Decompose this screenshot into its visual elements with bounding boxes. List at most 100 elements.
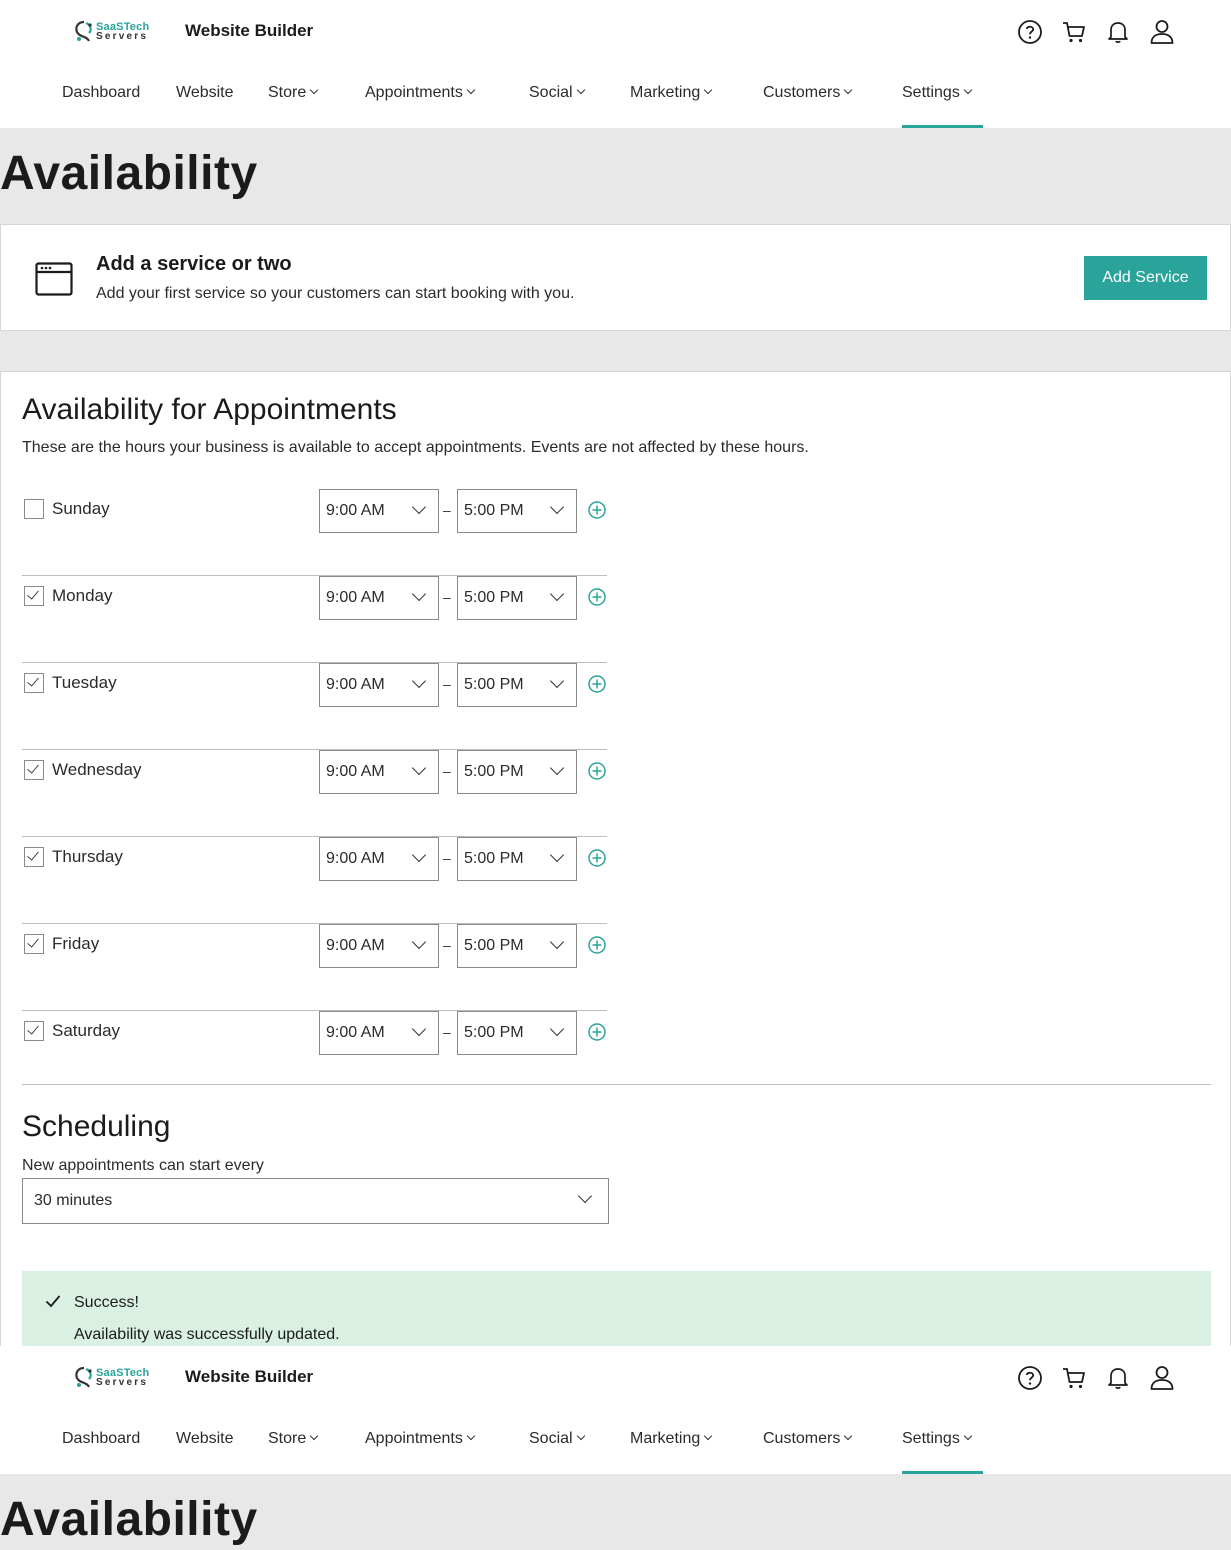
end-time-select[interactable]: 5:00 PM <box>457 489 577 533</box>
nav-dashboard[interactable]: Dashboard <box>62 1430 140 1474</box>
nav-marketing[interactable]: Marketing <box>630 84 713 128</box>
nav-appointments[interactable]: Appointments <box>365 84 476 128</box>
day-label: Saturday <box>52 1021 121 1040</box>
nav-website[interactable]: Website <box>176 1430 234 1474</box>
chevron-down-icon <box>411 586 427 602</box>
brand-logo[interactable]: SaaSTech Servers <box>72 1365 152 1393</box>
success-alert: Success! Availability was successfully u… <box>22 1271 1211 1347</box>
start-time-select[interactable]: 9:00 AM <box>319 576 439 620</box>
app-title: Website Builder <box>185 1367 314 1386</box>
availability-title: Availability for Appointments <box>22 393 397 426</box>
page-title: Availability <box>0 1493 258 1546</box>
add-time-range-icon[interactable] <box>587 1022 607 1042</box>
start-time-select[interactable]: 9:00 AM <box>319 489 439 533</box>
nav-social[interactable]: Social <box>529 84 585 128</box>
nav-website[interactable]: Website <box>176 84 234 128</box>
logo-mark-icon <box>75 1366 92 1388</box>
bell-icon[interactable] <box>1105 18 1131 46</box>
nav-marketing[interactable]: Marketing <box>630 1430 713 1474</box>
chevron-down-icon <box>549 934 565 950</box>
availability-panel: Availability for Appointments These are … <box>0 371 1231 1347</box>
start-time-select[interactable]: 9:00 AM <box>319 1011 439 1055</box>
add-time-range-icon[interactable] <box>587 674 607 694</box>
section-divider <box>22 1084 1211 1085</box>
chevron-down-icon <box>963 1431 973 1441</box>
end-time-select[interactable]: 5:00 PM <box>457 750 577 794</box>
day-checkbox[interactable] <box>24 1021 44 1041</box>
scheduling-title: Scheduling <box>22 1110 171 1143</box>
chevron-down-icon <box>963 85 973 95</box>
cart-icon[interactable] <box>1061 18 1087 46</box>
help-icon[interactable] <box>1017 1364 1043 1392</box>
day-checkbox[interactable] <box>24 673 44 693</box>
page-title: Availability <box>0 147 258 200</box>
nav-store[interactable]: Store <box>268 1430 319 1474</box>
day-row-sunday: Sunday 9:00 AM –5:00 PM <box>22 489 607 576</box>
nav-appointments[interactable]: Appointments <box>365 1430 476 1474</box>
bell-icon[interactable] <box>1105 1364 1131 1392</box>
add-time-range-icon[interactable] <box>587 848 607 868</box>
site-header: SaaSTech Servers Website Builder Dashboa… <box>0 1346 1231 1474</box>
nav-customers[interactable]: Customers <box>763 84 853 128</box>
day-checkbox[interactable] <box>24 499 44 519</box>
chevron-down-icon <box>411 847 427 863</box>
end-time-select[interactable]: 5:00 PM <box>457 924 577 968</box>
nav-store[interactable]: Store <box>268 84 319 128</box>
day-label: Monday <box>52 586 113 605</box>
add-time-range-icon[interactable] <box>587 587 607 607</box>
cart-icon[interactable] <box>1061 1364 1087 1392</box>
check-icon <box>45 1295 61 1308</box>
day-checkbox[interactable] <box>24 934 44 954</box>
chevron-down-icon <box>704 85 713 95</box>
end-time-select[interactable]: 5:00 PM <box>457 576 577 620</box>
day-row-wednesday: Wednesday 9:00 AM –5:00 PM <box>22 750 607 837</box>
add-service-button[interactable]: Add Service <box>1084 256 1207 300</box>
day-label: Tuesday <box>52 673 117 692</box>
top-bar: SaaSTech Servers Website Builder <box>0 0 1231 64</box>
start-time-select[interactable]: 9:00 AM <box>319 750 439 794</box>
chevron-down-icon <box>576 85 585 95</box>
interval-label: New appointments can start every <box>22 1157 264 1174</box>
start-time-select[interactable]: 9:00 AM <box>319 924 439 968</box>
interval-select[interactable]: 30 minutes <box>22 1178 609 1224</box>
day-checkbox[interactable] <box>24 586 44 606</box>
day-label: Sunday <box>52 499 110 518</box>
user-icon[interactable] <box>1149 1364 1175 1392</box>
alert-title: Success! <box>74 1294 139 1311</box>
nav-dashboard[interactable]: Dashboard <box>62 84 140 128</box>
chevron-down-icon <box>844 1431 853 1441</box>
user-icon[interactable] <box>1149 18 1175 46</box>
end-time-select[interactable]: 5:00 PM <box>457 837 577 881</box>
availability-description: These are the hours your business is ava… <box>22 439 809 456</box>
brand-logo[interactable]: SaaSTech Servers <box>72 19 152 47</box>
site-header: SaaSTech Servers Website Builder Dashboa… <box>0 0 1231 128</box>
chevron-down-icon <box>466 85 476 95</box>
time-range-separator: – <box>443 763 451 779</box>
start-time-select[interactable]: 9:00 AM <box>319 837 439 881</box>
time-range-separator: – <box>443 1024 451 1040</box>
add-time-range-icon[interactable] <box>587 500 607 520</box>
logo-wordmark: SaaSTech Servers <box>96 1367 150 1388</box>
day-row-thursday: Thursday 9:00 AM –5:00 PM <box>22 837 607 924</box>
end-time-select[interactable]: 5:00 PM <box>457 663 577 707</box>
help-icon[interactable] <box>1017 18 1043 46</box>
nav-social[interactable]: Social <box>529 1430 585 1474</box>
chevron-down-icon <box>549 847 565 863</box>
day-row-tuesday: Tuesday 9:00 AM –5:00 PM <box>22 663 607 750</box>
add-time-range-icon[interactable] <box>587 761 607 781</box>
day-label: Friday <box>52 934 100 953</box>
end-time-select[interactable]: 5:00 PM <box>457 1011 577 1055</box>
time-range-separator: – <box>443 850 451 866</box>
day-checkbox[interactable] <box>24 760 44 780</box>
day-checkbox[interactable] <box>24 847 44 867</box>
day-row-friday: Friday 9:00 AM –5:00 PM <box>22 924 607 1011</box>
chevron-down-icon <box>411 760 427 776</box>
chevron-down-icon <box>576 1431 585 1441</box>
start-time-select[interactable]: 9:00 AM <box>319 663 439 707</box>
nav-customers[interactable]: Customers <box>763 1430 853 1474</box>
day-row-monday: Monday 9:00 AM –5:00 PM <box>22 576 607 663</box>
nav-settings[interactable]: Settings <box>902 84 983 128</box>
promo-title: Add a service or two <box>96 253 292 275</box>
add-time-range-icon[interactable] <box>587 935 607 955</box>
nav-settings[interactable]: Settings <box>902 1430 983 1474</box>
